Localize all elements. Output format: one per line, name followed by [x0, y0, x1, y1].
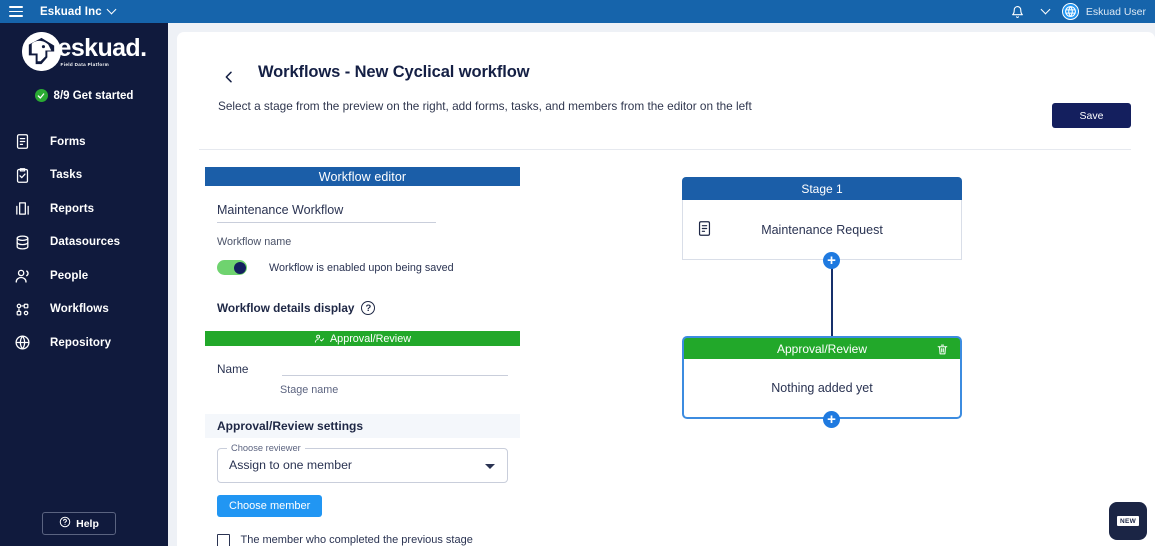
page-title: Workflows - New Cyclical workflow: [258, 63, 529, 82]
choose-reviewer-value: Assign to one member: [229, 458, 352, 472]
org-name-label: Eskuad Inc: [40, 6, 102, 18]
org-selector[interactable]: Eskuad Inc: [40, 6, 115, 18]
sidebar-item-tasks[interactable]: Tasks: [0, 159, 168, 193]
sidebar-item-label: Workflows: [50, 303, 109, 315]
stage-node-body: Nothing added yet: [682, 359, 962, 419]
bell-icon[interactable]: [1008, 0, 1028, 23]
workflow-details-label: Workflow details display: [217, 301, 354, 315]
stage-name-input[interactable]: [282, 375, 508, 376]
stage-name-label: Name: [217, 362, 282, 376]
form-document-icon: [13, 132, 32, 151]
page-subtitle: Select a stage from the preview on the r…: [218, 99, 752, 113]
previous-stage-member-row: The member who completed the previous st…: [217, 534, 520, 546]
sidebar-item-label: Tasks: [50, 169, 82, 181]
question-circle-icon[interactable]: ?: [361, 301, 375, 315]
stage-node-header-label: Approval/Review: [777, 342, 867, 356]
stage-node-header: Approval/Review: [682, 336, 962, 359]
workflow-name-input[interactable]: [217, 203, 436, 223]
new-badge-icon[interactable]: NEW: [1109, 502, 1147, 540]
workflow-details-display-row: Workflow details display ?: [217, 301, 520, 315]
save-button[interactable]: Save: [1052, 103, 1131, 128]
choose-reviewer-legend: Choose reviewer: [227, 443, 305, 453]
choose-reviewer-select[interactable]: Choose reviewer Assign to one member: [217, 448, 508, 483]
chevron-left-icon[interactable]: [221, 69, 237, 85]
stage-connector-line: [831, 260, 833, 340]
user-name-label: Eskuad User: [1086, 6, 1146, 18]
sidebar-item-workflows[interactable]: Workflows: [0, 293, 168, 327]
stage-node-header-label: Stage 1: [801, 182, 842, 196]
help-button[interactable]: Help: [42, 512, 116, 535]
app-root: Eskuad Inc Eskuad User: [0, 0, 1155, 546]
question-circle-icon: [59, 515, 71, 533]
stage-section-header: Approval/Review: [205, 331, 520, 346]
sidebar-item-reports[interactable]: Reports: [0, 192, 168, 226]
sidebar-item-label: Datasources: [50, 236, 120, 248]
sidebar-item-label: People: [50, 270, 88, 282]
new-badge-label: NEW: [1117, 516, 1139, 526]
help-label: Help: [76, 518, 99, 530]
sidebar-item-label: Forms: [50, 136, 86, 148]
stage-settings-band: Approval/Review settings: [205, 414, 520, 438]
avatar[interactable]: [1062, 3, 1079, 20]
people-icon: [13, 266, 32, 285]
caret-down-icon: [485, 464, 495, 469]
top-bar-right: Eskuad User: [1008, 0, 1155, 23]
workflow-enabled-label: Workflow is enabled upon being saved: [269, 262, 454, 274]
add-stage-button[interactable]: +: [823, 411, 840, 428]
add-stage-button[interactable]: +: [823, 252, 840, 269]
sidebar: eskuad. Field Data Platform 8/9 Get star…: [0, 23, 168, 546]
person-check-icon: [314, 333, 325, 344]
form-document-icon: [696, 220, 713, 237]
bar-chart-icon: [13, 199, 32, 218]
stage-settings-title: Approval/Review settings: [217, 419, 363, 433]
sidebar-item-repository[interactable]: Repository: [0, 326, 168, 360]
previous-stage-member-label: The member who completed the previous st…: [241, 534, 473, 546]
stage-node[interactable]: Stage 1 Maintenance Request +: [682, 177, 962, 260]
user-chevron-down-icon[interactable]: [1040, 5, 1050, 15]
toggle-knob: [234, 262, 246, 274]
stage-node-body-text: Nothing added yet: [684, 381, 960, 395]
header-divider: [199, 149, 1131, 150]
stage-node-header: Stage 1: [682, 177, 962, 200]
eskuad-dog-logo-icon: [22, 32, 61, 71]
logo-wordmark: eskuad.: [58, 36, 147, 61]
workflow-name-label: Workflow name: [217, 236, 520, 248]
sidebar-item-people[interactable]: People: [0, 259, 168, 293]
sidebar-item-label: Repository: [50, 337, 111, 349]
chevron-down-icon: [106, 5, 116, 15]
sidebar-item-datasources[interactable]: Datasources: [0, 226, 168, 260]
globe-icon: [13, 333, 32, 352]
sidebar-item-forms[interactable]: Forms: [0, 125, 168, 159]
stage-section-label: Approval/Review: [330, 333, 411, 345]
hamburger-icon[interactable]: [9, 6, 23, 17]
stage-name-placeholder: Stage name: [280, 384, 520, 396]
clipboard-check-icon: [13, 166, 32, 185]
main-area: Workflows - New Cyclical workflow Select…: [168, 23, 1155, 546]
sidebar-nav: Forms Tasks: [0, 125, 168, 360]
workflow-nodes-icon: [13, 300, 32, 319]
workflow-editor-title: Workflow editor: [205, 167, 520, 186]
check-circle-icon: [35, 89, 48, 102]
checkbox-unchecked-icon[interactable]: [217, 534, 230, 546]
workflow-enabled-toggle[interactable]: [217, 260, 247, 275]
brand-logo[interactable]: eskuad. Field Data Platform: [0, 23, 168, 71]
logo-tagline: Field Data Platform: [61, 62, 110, 67]
stage-node[interactable]: Approval/Review Nothing added yet +: [682, 336, 962, 419]
database-icon: [13, 233, 32, 252]
stage-node-body-text: Maintenance Request: [683, 223, 961, 237]
sidebar-item-label: Reports: [50, 203, 94, 215]
workflow-editor-panel: Workflow editor Workflow name Workflow i…: [205, 167, 520, 546]
workflow-editor-body: Workflow name Workflow is enabled upon b…: [205, 186, 520, 546]
get-started-label: 8/9 Get started: [54, 90, 134, 102]
get-started-progress[interactable]: 8/9 Get started: [0, 89, 168, 102]
stage-node-body: Maintenance Request: [682, 200, 962, 260]
top-bar: Eskuad Inc Eskuad User: [0, 0, 1155, 23]
content-card: Workflows - New Cyclical workflow Select…: [177, 32, 1155, 546]
stage-name-row: Name: [217, 362, 508, 376]
workflow-enabled-row: Workflow is enabled upon being saved: [217, 260, 520, 275]
trash-icon[interactable]: [936, 343, 949, 356]
choose-member-button[interactable]: Choose member: [217, 495, 322, 517]
